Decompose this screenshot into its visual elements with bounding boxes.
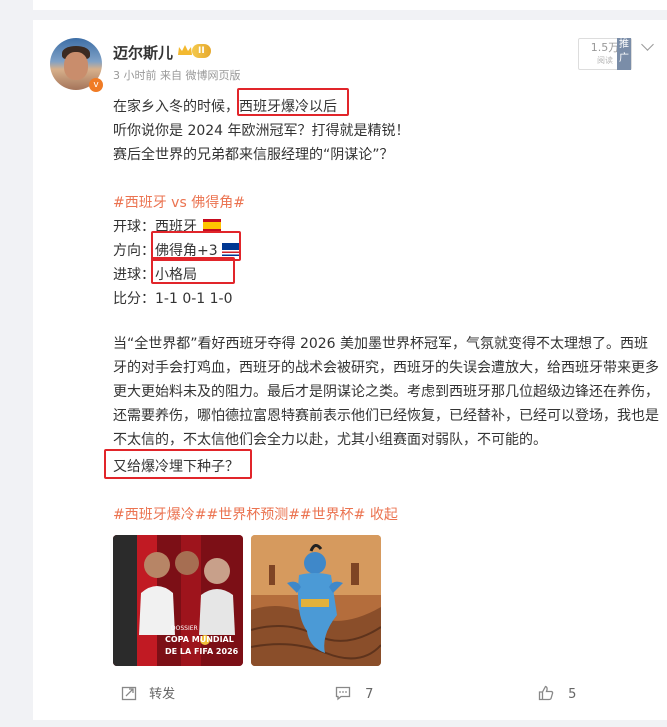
promote-button[interactable]: 推广 bbox=[617, 38, 631, 70]
forward-icon bbox=[121, 686, 137, 701]
collapse-link[interactable]: 收起 bbox=[370, 507, 398, 523]
avatar-face bbox=[64, 52, 88, 80]
poster-text-2: COPA MUNDIAL bbox=[165, 635, 234, 644]
post-image-2[interactable] bbox=[251, 535, 381, 666]
goals-label: 进球： bbox=[113, 267, 155, 283]
line-2: 听你说你是 2024 年欧洲冠军？打得就是精锐！ bbox=[113, 123, 410, 139]
username[interactable]: 迈尔斯儿 bbox=[113, 42, 173, 63]
line-score: 比分：1-1 0-1 1-0 bbox=[113, 291, 233, 307]
post-image-1[interactable]: DOSSIER COPA MUNDIAL DE LA FIFA 2026 bbox=[113, 535, 243, 666]
genie-illustration bbox=[251, 535, 381, 666]
like-button[interactable]: 5 bbox=[538, 685, 576, 705]
topic-link[interactable]: #西班牙 vs 佛得角# bbox=[113, 192, 245, 212]
hashtag-links[interactable]: #西班牙爆冷##世界杯预测##世界杯# bbox=[113, 507, 365, 523]
poster-text-3: DE LA FIFA 2026 bbox=[165, 647, 239, 656]
comment-icon bbox=[335, 686, 351, 701]
highlight-box-4 bbox=[104, 449, 252, 479]
line-3: 赛后全世界的兄弟都来信服经理的“阴谋论”？ bbox=[113, 147, 394, 163]
post-meta: 3 小时前 来自 微博网页版 bbox=[113, 69, 241, 82]
crown-icon bbox=[178, 45, 192, 55]
highlight-box-3 bbox=[151, 257, 235, 284]
direction-label: 方向： bbox=[113, 243, 155, 259]
poster-text-1: DOSSIER bbox=[171, 625, 198, 632]
like-count: 5 bbox=[568, 687, 577, 702]
post-footer: 转发 7 5 bbox=[33, 685, 667, 715]
chevron-down-icon[interactable] bbox=[641, 38, 654, 51]
post-paragraph: 当“全世界都”看好西班牙夺得 2026 美加墨世界杯冠军，气氛就变得不太理想了。… bbox=[113, 336, 659, 448]
member-level-badge: II bbox=[192, 44, 211, 58]
highlight-box-1 bbox=[237, 88, 349, 116]
weibo-post-card: v 迈尔斯儿 II 3 小时前 来自 微博网页版 1.5万 阅读 推广 在家乡入… bbox=[33, 20, 667, 720]
comment-button[interactable]: 7 bbox=[335, 685, 373, 705]
forward-label: 转发 bbox=[149, 687, 176, 702]
verified-badge-icon: v bbox=[89, 78, 103, 92]
tags-row: #西班牙爆冷##世界杯预测##世界杯# 收起 bbox=[113, 504, 398, 524]
forward-button[interactable]: 转发 bbox=[121, 685, 175, 705]
thumbs-up-icon bbox=[538, 685, 554, 701]
previous-card-edge bbox=[33, 0, 667, 10]
comment-count: 7 bbox=[365, 687, 374, 702]
line-1-prefix: 在家乡入冬的时候， bbox=[113, 99, 239, 115]
